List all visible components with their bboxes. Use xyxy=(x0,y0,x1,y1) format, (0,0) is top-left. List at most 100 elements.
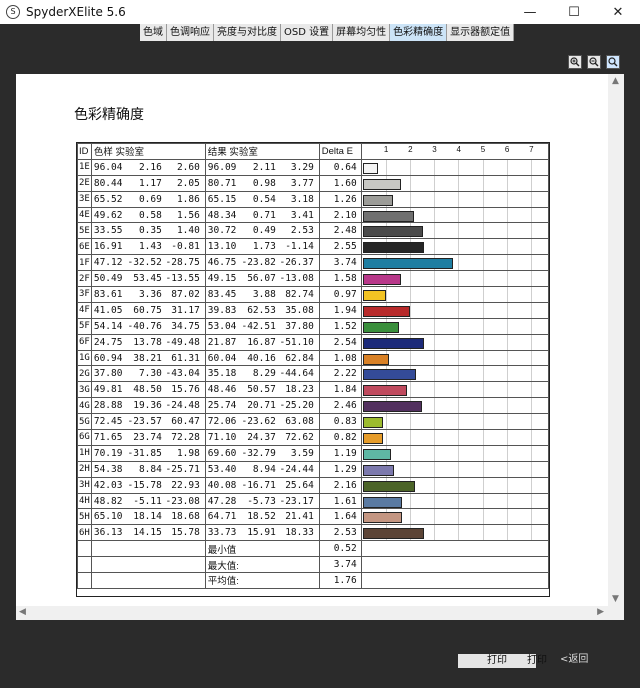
vertical-scrollbar[interactable]: ▲ ▼ xyxy=(608,74,624,606)
grid-line xyxy=(531,525,533,540)
patch-id: 3H xyxy=(77,476,92,494)
reference-lab-value: 34.75 xyxy=(171,320,200,332)
minimize-button[interactable]: — xyxy=(508,0,552,24)
reference-lab-value: 48.82 xyxy=(93,495,123,507)
grid-line xyxy=(482,287,484,302)
patch-id: 6H xyxy=(77,524,92,542)
delta-e-bar-cell xyxy=(360,190,550,208)
grid-line xyxy=(506,319,508,334)
grid-line xyxy=(410,319,412,334)
zoom-in-icon[interactable] xyxy=(568,55,582,69)
reference-lab-value: 60.47 xyxy=(171,416,200,428)
back-button[interactable]: <返回 xyxy=(560,650,588,665)
delta-e-bar-cell xyxy=(360,349,550,367)
delta-e-value: 2.53 xyxy=(318,524,362,542)
summary-value: 0.52 xyxy=(318,540,362,558)
tab-1[interactable]: 色调响应 xyxy=(167,24,214,41)
delta-e-value: 1.60 xyxy=(318,174,362,192)
reference-lab: 96.04 2.16 2.60 xyxy=(90,158,206,176)
measured-lab-value: 0.54 xyxy=(252,193,276,205)
grid-line xyxy=(458,366,460,381)
grid-line xyxy=(531,509,533,524)
grid-line xyxy=(506,366,508,381)
delta-e-bar-cell xyxy=(360,429,550,446)
tab-3[interactable]: OSD 设置 xyxy=(281,24,334,41)
window-title: SpyderXElite 5.6 xyxy=(26,5,126,19)
scale-tick-label: 2 xyxy=(408,145,413,154)
reference-lab-value: -25.71 xyxy=(165,463,200,475)
scroll-right-arrow-icon[interactable]: ▶ xyxy=(597,607,604,617)
reference-lab-value: -43.04 xyxy=(165,368,200,380)
tab-4[interactable]: 屏幕均匀性 xyxy=(333,24,391,41)
grid-line xyxy=(434,208,436,222)
tab-5[interactable]: 色彩精确度 xyxy=(390,24,448,41)
print-button-2[interactable]: 打印 xyxy=(512,654,562,668)
measured-lab-value: -23.82 xyxy=(241,257,276,269)
grid-line xyxy=(458,335,460,350)
grid-line xyxy=(506,287,508,302)
delta-e-bar xyxy=(362,305,410,317)
reference-lab: 28.88 19.36 -24.48 xyxy=(90,397,206,415)
reference-lab-value: 41.05 xyxy=(93,304,123,316)
delta-e-value: 2.16 xyxy=(318,476,362,494)
tab-2[interactable]: 亮度与对比度 xyxy=(214,24,281,41)
zoom-out-icon[interactable] xyxy=(587,55,601,69)
horizontal-scrollbar[interactable]: ◀ ▶ xyxy=(16,606,624,620)
measured-lab: 48.34 0.71 3.41 xyxy=(204,206,320,224)
measured-lab-value: 47.28 xyxy=(207,495,237,507)
measured-lab-value: 35.08 xyxy=(285,304,314,316)
delta-e-value: 1.26 xyxy=(318,190,362,208)
summary-value: 1.76 xyxy=(318,572,362,589)
maximize-button[interactable]: ☐ xyxy=(552,0,596,24)
grid-line xyxy=(410,430,412,445)
grid-line xyxy=(482,366,484,381)
delta-e-bar xyxy=(362,162,379,174)
grid-line xyxy=(482,208,484,222)
table-row: 4G 28.88 19.36 -24.48 25.74 20.71 -25.20 2.46 xyxy=(77,397,550,415)
delta-e-bar xyxy=(362,369,417,381)
grid-line xyxy=(482,509,484,524)
grid-line xyxy=(531,382,533,397)
reference-lab-value: 1.17 xyxy=(138,177,162,189)
reference-lab-value: 53.45 xyxy=(133,273,162,285)
grid-line xyxy=(434,398,436,413)
table-row: 3F 83.61 3.36 87.02 83.45 3.88 82.74 0.97 xyxy=(77,286,550,303)
close-button[interactable]: ✕ xyxy=(596,0,640,24)
header-id: ID xyxy=(77,143,92,160)
measured-lab-value: 13.10 xyxy=(207,241,237,253)
scroll-down-arrow-icon[interactable]: ▼ xyxy=(612,594,619,604)
patch-id: 5G xyxy=(77,413,92,431)
reference-lab-value: -28.75 xyxy=(165,257,200,269)
grid-line xyxy=(531,494,533,508)
grid-line xyxy=(385,160,387,175)
reference-lab-value: 3.36 xyxy=(138,288,162,300)
reference-lab-value: 49.62 xyxy=(93,209,123,221)
measured-lab-value: 25.64 xyxy=(285,479,314,491)
scroll-left-arrow-icon[interactable]: ◀ xyxy=(19,607,26,617)
scroll-up-arrow-icon[interactable]: ▲ xyxy=(612,76,619,86)
grid-line xyxy=(482,255,484,270)
grid-line xyxy=(458,462,460,477)
reference-lab-value: 15.76 xyxy=(171,384,200,396)
reference-lab-value: 22.93 xyxy=(171,479,200,491)
grid-line xyxy=(458,494,460,508)
reference-lab-value: -40.76 xyxy=(127,320,162,332)
grid-line xyxy=(531,351,533,365)
tab-6[interactable]: 显示器额定值 xyxy=(447,24,515,41)
delta-e-value: 2.22 xyxy=(318,365,362,383)
measured-lab-value: 0.49 xyxy=(252,225,276,237)
summary-label: 最小值 xyxy=(204,540,320,558)
grid-line xyxy=(410,271,412,286)
zoom-fit-icon[interactable] xyxy=(606,55,620,69)
grid-line xyxy=(531,160,533,175)
reference-lab-value: 0.35 xyxy=(138,225,162,237)
delta-e-bar xyxy=(362,178,402,190)
grid-line xyxy=(410,351,412,365)
summary-blank xyxy=(77,572,92,589)
grid-line xyxy=(482,223,484,238)
table-row: 3E 65.52 0.69 1.86 65.15 0.54 3.18 1.26 xyxy=(77,190,550,208)
grid-line xyxy=(531,462,533,477)
grid-line xyxy=(434,351,436,365)
tab-0[interactable]: 色域 xyxy=(140,24,167,41)
delta-e-bar-cell xyxy=(360,444,550,462)
